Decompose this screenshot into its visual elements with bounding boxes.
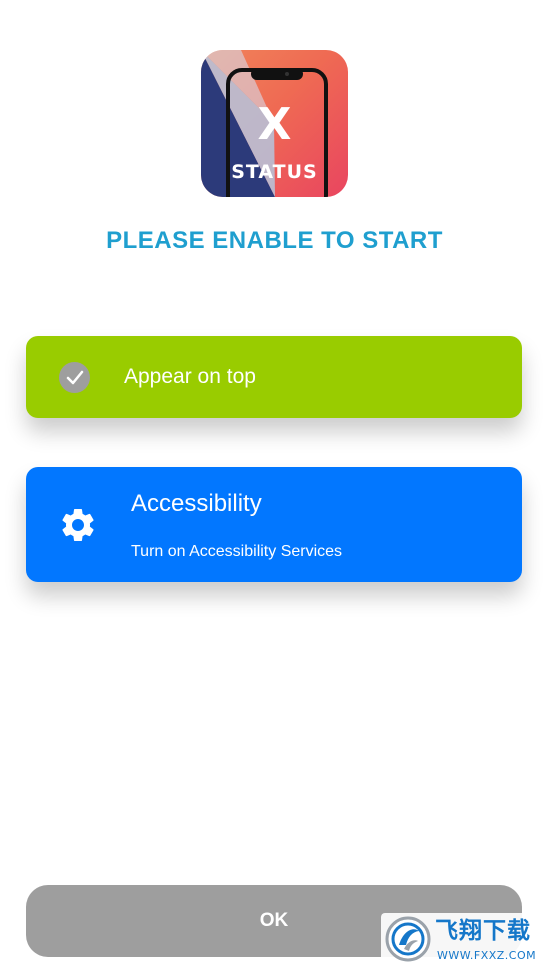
page-title: PLEASE ENABLE TO START [106,227,443,254]
gear-icon [62,509,94,541]
watermark: 飞翔下载 WWW.FXXZ.COM [381,913,538,968]
accessibility-subtitle: Turn on Accessibility Services [131,543,343,560]
app-icon: X STATUS [201,50,348,197]
app-icon-letter: X [257,99,292,150]
accessibility-card[interactable]: Accessibility Turn on Accessibility Serv… [26,467,522,582]
fxxz-logo-icon [385,916,431,962]
watermark-url: WWW.FXXZ.COM [437,949,537,962]
watermark-text: 飞翔下载 [435,918,531,944]
check-icon [59,362,90,393]
appear-on-top-label: Appear on top [124,365,256,388]
app-icon-label: STATUS [231,161,318,183]
appear-on-top-card[interactable]: Appear on top [26,336,522,418]
accessibility-title: Accessibility [131,490,262,517]
